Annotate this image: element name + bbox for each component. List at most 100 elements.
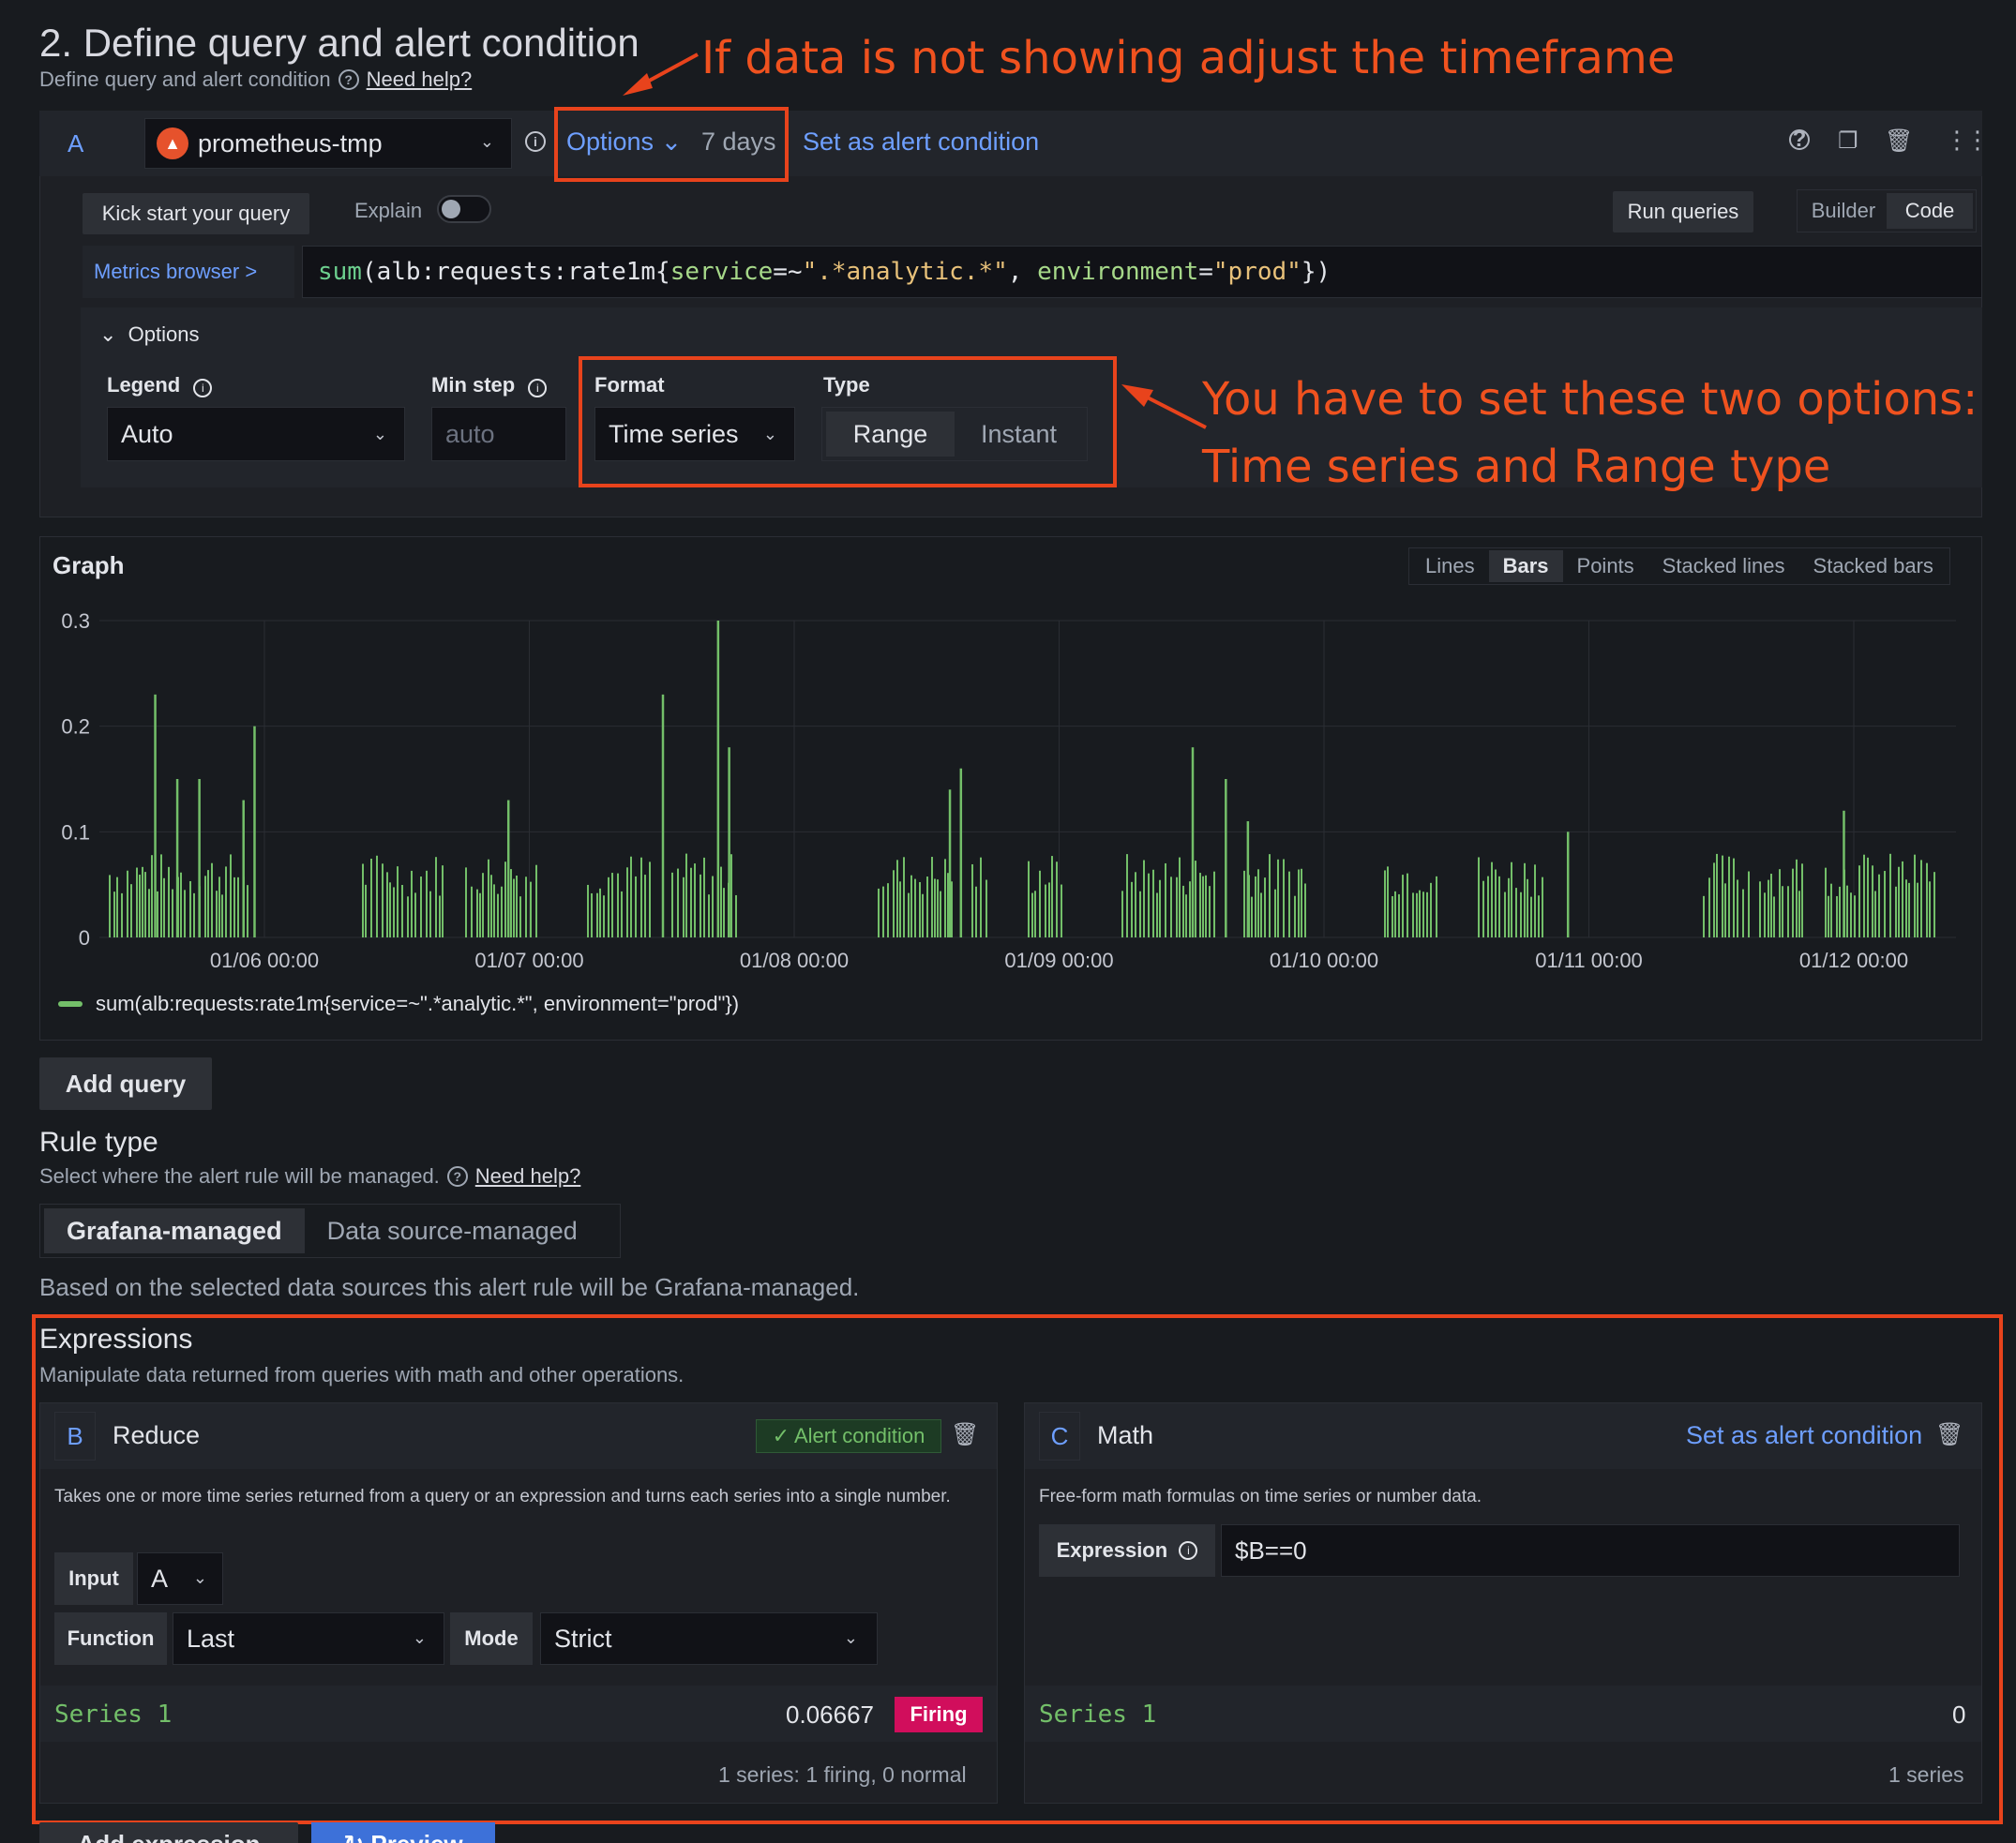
bar (1854, 895, 1856, 937)
bar (690, 867, 692, 937)
grafana-managed-option[interactable]: Grafana-managed (44, 1208, 305, 1253)
run-queries-button[interactable]: Run queries (1613, 191, 1753, 232)
bar (611, 873, 613, 937)
trash-icon[interactable]: 🗑 (1935, 1421, 1963, 1448)
mode-select[interactable]: Strict ⌄ (540, 1612, 878, 1665)
bar (1195, 861, 1196, 937)
style-stacked-lines-option[interactable]: Stacked lines (1648, 550, 1799, 582)
bar (504, 862, 506, 937)
bar (1251, 896, 1253, 937)
trash-icon[interactable]: 🗑 (1885, 127, 1913, 155)
legend-label: Legend i (107, 373, 213, 397)
bar (1728, 856, 1730, 937)
bar (735, 894, 737, 937)
y-tick-label: 0.1 (61, 820, 90, 844)
bar (1179, 857, 1181, 937)
legend-label: sum(alb:requests:rate1m{service=~".*anal… (96, 992, 740, 1015)
builder-mode-tab[interactable]: Builder (1800, 193, 1887, 229)
help-icon[interactable]: ? (1789, 128, 1810, 151)
trash-icon[interactable]: 🗑 (951, 1421, 979, 1448)
graph-legend[interactable]: sum(alb:requests:rate1m{service=~".*anal… (58, 992, 739, 1016)
math-footer: 1 series (1888, 1762, 1964, 1787)
x-tick-label: 01/09 00:00 (1004, 949, 1113, 972)
info-icon: i (1179, 1541, 1198, 1560)
chevron-down-icon: ⌄ (372, 425, 387, 443)
min-step-input[interactable]: auto (431, 407, 566, 461)
style-points-option[interactable]: Points (1563, 550, 1648, 582)
explain-toggle[interactable] (437, 195, 491, 223)
bar (903, 857, 905, 937)
bar (1737, 879, 1738, 937)
function-select[interactable]: Last ⌄ (173, 1612, 444, 1665)
need-help-link[interactable]: Need help? (367, 67, 473, 92)
bar (1135, 872, 1136, 937)
bar (599, 888, 601, 937)
bar (985, 879, 987, 937)
need-help-link[interactable]: Need help? (475, 1164, 581, 1189)
datasource-managed-option[interactable]: Data source-managed (305, 1208, 600, 1253)
bar (1768, 879, 1769, 937)
info-icon[interactable]: i (525, 131, 546, 152)
math-ref-id[interactable]: C (1039, 1412, 1080, 1461)
bar (649, 862, 651, 937)
bar (1926, 862, 1928, 937)
bar (442, 865, 444, 937)
input-select[interactable]: A ⌄ (137, 1552, 223, 1605)
bar (420, 877, 422, 937)
bar (1205, 875, 1207, 937)
bar (525, 877, 527, 937)
bar (389, 882, 391, 937)
code-mode-tab[interactable]: Code (1887, 193, 1973, 229)
preview-button[interactable]: ↻ Preview (311, 1822, 495, 1843)
drag-handle-icon[interactable]: ⋮⋮ (1945, 126, 1990, 155)
bar (1148, 873, 1150, 937)
reduce-ref-id[interactable]: B (54, 1412, 96, 1461)
style-lines-option[interactable]: Lines (1411, 550, 1489, 582)
bar (1478, 857, 1480, 937)
bar (1301, 868, 1302, 937)
annotation-arrow-timeframe (623, 52, 699, 96)
metrics-browser-button[interactable]: Metrics browser > (83, 246, 294, 298)
set-as-alert-condition-link[interactable]: Set as alert condition (803, 127, 1039, 157)
bar (230, 854, 232, 937)
bar (1159, 879, 1161, 937)
datasource-name: prometheus-tmp (198, 128, 383, 157)
duplicate-icon[interactable]: ❐ (1838, 127, 1858, 155)
bar (1199, 873, 1201, 937)
bar (411, 870, 413, 937)
datasource-picker[interactable]: ▲ prometheus-tmp ⌄ (144, 118, 512, 169)
bar (1139, 891, 1141, 937)
bar (193, 892, 195, 937)
bar-peak (716, 621, 720, 937)
bar (1039, 870, 1041, 937)
math-set-alert-condition-link[interactable]: Set as alert condition (1686, 1421, 1922, 1450)
bar (1716, 853, 1718, 937)
add-query-button[interactable]: Add query (39, 1057, 212, 1110)
bar (429, 891, 431, 937)
bar (233, 877, 235, 937)
query-expression-editor[interactable]: sum (alb:requests:rate1m{service =~ ".*anal… (302, 246, 1982, 298)
bar (1801, 863, 1803, 937)
query-ref-id[interactable]: A (68, 129, 83, 158)
math-expression-input[interactable]: $B==0 (1221, 1524, 1960, 1577)
add-expression-button[interactable]: Add expression (39, 1822, 298, 1843)
explain-label: Explain (354, 199, 423, 222)
bar (1202, 876, 1204, 937)
bar (1394, 891, 1396, 937)
bar (878, 888, 880, 937)
kick-start-query-button[interactable]: Kick start your query (83, 193, 309, 234)
bar (1294, 895, 1296, 937)
expressions-subtitle: Manipulate data returned from queries wi… (39, 1363, 685, 1386)
bar (1895, 886, 1897, 937)
legend-select[interactable]: Auto ⌄ (107, 407, 405, 461)
bar (940, 891, 941, 937)
bar (479, 892, 481, 937)
style-bars-option[interactable]: Bars (1488, 550, 1563, 582)
bar (1384, 870, 1386, 937)
rule-type-title: Rule type (39, 1127, 158, 1158)
rule-type-subtitle: Select where the alert rule will be mana… (39, 1164, 581, 1189)
style-stacked-bars-option[interactable]: Stacked bars (1799, 550, 1948, 582)
options-collapse-toggle[interactable]: ⌄ Options (99, 322, 200, 347)
bar (1527, 878, 1528, 937)
bar (1825, 867, 1827, 937)
